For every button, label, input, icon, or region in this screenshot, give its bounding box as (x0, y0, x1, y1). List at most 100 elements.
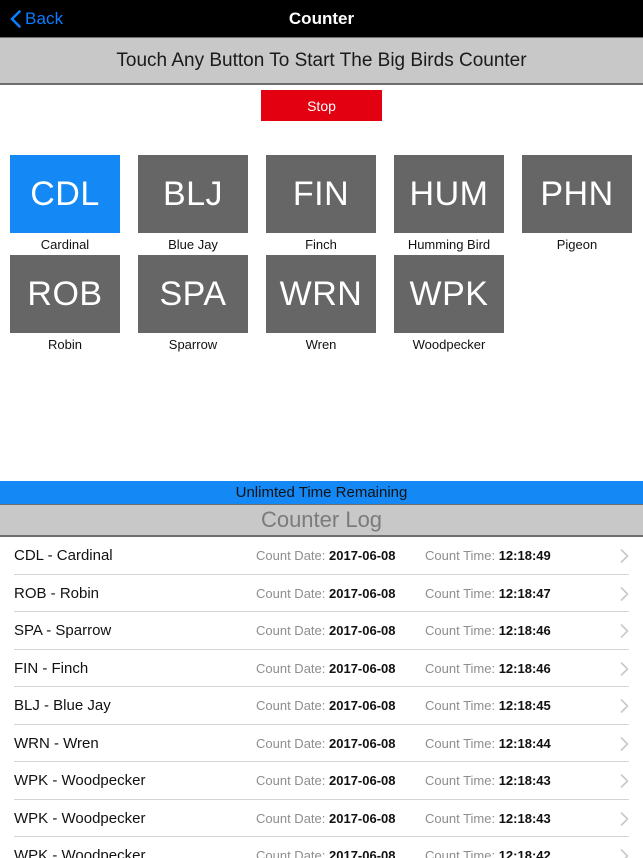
log-row-date: Count Date: 2017-06-08 (256, 762, 396, 800)
log-row-bird: FIN - Finch (14, 659, 89, 677)
chevron-right-icon[interactable] (620, 736, 629, 751)
chevron-right-icon[interactable] (620, 774, 629, 788)
count-date-value: 2017-06-08 (329, 773, 396, 788)
count-date-label: Count Date: (256, 810, 329, 826)
count-date-value: 2017-06-08 (329, 660, 396, 676)
count-date-value: 2017-06-08 (329, 848, 396, 858)
bird-button-wpk[interactable]: WPK (394, 255, 504, 333)
count-date-value: 2017-06-08 (329, 735, 396, 751)
log-row-bird: CDL - Cardinal (14, 547, 113, 564)
log-row[interactable]: FIN - Finch Count Date: 2017-06-08 Count T… (0, 649, 643, 688)
bird-button-rob[interactable]: ROB (10, 255, 120, 333)
instruction-banner: Touch Any Button To Start The Big Birds … (0, 38, 643, 85)
bird-label-spa: Sparrow (168, 337, 218, 352)
log-row-date: Count Date: 2017-06-08 (256, 837, 396, 858)
log-row[interactable]: SPA - Sparrow Count Date: 2017-06-08 Count… (0, 612, 643, 650)
log-row-bird: WPK - Woodpecker (14, 847, 146, 858)
bird-label-wrn: Wren (305, 337, 337, 352)
log-row-date: Count Date: 2017-06-08 (256, 575, 396, 613)
count-date-label: Count Date: (256, 660, 329, 676)
bird-button-hum[interactable]: HUM (394, 155, 504, 233)
chevron-right-icon[interactable] (620, 811, 629, 826)
count-date-label: Count Date: (256, 698, 329, 713)
log-row-bird: WPK - Woodpecker (14, 772, 146, 789)
count-time-label: Count Time: (425, 585, 499, 601)
count-date-label: Count Date: (256, 773, 329, 788)
count-time-label: Count Time: (425, 848, 499, 858)
count-date-label: Count Date: (256, 548, 329, 563)
bird-label-blj: Blue Jay (168, 237, 218, 252)
count-time-value: 12:18:43 (498, 810, 551, 826)
bird-cell-wpk: WPK Woodpecker (394, 255, 504, 352)
bird-cell-spa: SPA Sparrow (138, 255, 248, 352)
count-date-value: 2017-06-08 (329, 810, 396, 826)
log-row[interactable]: WPK - Woodpecker Count Date: 2017-06-08 Co… (0, 837, 643, 858)
log-row[interactable]: CDL - Cardinal Count Date: 2017-06-08 Coun… (0, 537, 643, 575)
log-row-bird: WRN - Wren (14, 734, 99, 752)
log-row-time: Count Time: 12:18:43 (425, 800, 551, 838)
bird-button-fin[interactable]: FIN (266, 155, 376, 233)
log-row-time: Count Time: 12:18:44 (425, 725, 551, 763)
bird-label-hum: Humming Bird (407, 237, 491, 252)
bird-label-phn: Pigeon (556, 237, 598, 252)
log-row[interactable]: ROB - Robin Count Date: 2017-06-08 Count T… (0, 574, 643, 613)
bird-label-cdl: Cardinal (40, 237, 90, 252)
chevron-right-icon[interactable] (620, 586, 629, 601)
log-row[interactable]: WRN - Wren Count Date: 2017-06-08 Count Ti… (0, 724, 643, 763)
counter-log-list[interactable]: CDL - Cardinal Count Date: 2017-06-08 Coun… (0, 537, 643, 858)
log-row-bird: WPK - Woodpecker (14, 809, 146, 827)
bird-cell-phn: PHN Pigeon (522, 155, 632, 252)
log-row-date: Count Date: 2017-06-08 (256, 612, 396, 650)
chevron-right-icon[interactable] (620, 624, 629, 638)
log-row-time: Count Time: 12:18:49 (425, 537, 551, 575)
back-button[interactable]: Back (10, 0, 63, 37)
counter-log-header: Counter Log (0, 504, 643, 537)
chevron-right-icon[interactable] (620, 549, 629, 563)
count-time-value: 12:18:49 (498, 548, 551, 563)
time-remaining-text: Unlimted Time Remaining (235, 484, 408, 501)
count-time-value: 12:18:47 (498, 585, 551, 601)
count-date-label: Count Date: (256, 585, 329, 601)
log-row[interactable]: WPK - Woodpecker Count Date: 2017-06-08 Co… (0, 799, 643, 838)
log-row-date: Count Date: 2017-06-08 (256, 687, 396, 725)
bird-cell-blj: BLJ Blue Jay (138, 155, 248, 252)
count-date-value: 2017-06-08 (329, 623, 396, 638)
count-time-value: 12:18:42 (498, 848, 551, 858)
count-time-label: Count Time: (425, 660, 499, 676)
chevron-right-icon[interactable] (620, 661, 629, 676)
log-row-time: Count Time: 12:18:42 (425, 837, 551, 858)
time-remaining-bar: Unlimted Time Remaining (0, 481, 643, 504)
chevron-right-icon[interactable] (620, 699, 629, 713)
stop-button[interactable]: Stop (261, 90, 382, 121)
bird-label-wpk: Woodpecker (412, 337, 486, 352)
bird-button-wrn[interactable]: WRN (266, 255, 376, 333)
log-row-time: Count Time: 12:18:46 (425, 650, 551, 688)
log-row-date: Count Date: 2017-06-08 (256, 537, 396, 575)
count-time-value: 12:18:46 (498, 660, 551, 676)
log-row-date: Count Date: 2017-06-08 (256, 725, 396, 763)
log-row[interactable]: BLJ - Blue Jay Count Date: 2017-06-08 Coun… (0, 687, 643, 725)
bird-cell-cdl: CDL Cardinal (10, 155, 120, 252)
counter-screen: Counter Back Touch Any Button To Start T… (0, 0, 643, 858)
count-time-value: 12:18:43 (498, 773, 551, 788)
chevron-left-icon (10, 9, 21, 28)
log-row-time: Count Time: 12:18:47 (425, 575, 551, 613)
bird-button-blj[interactable]: BLJ (138, 155, 248, 233)
count-date-label: Count Date: (256, 848, 329, 858)
back-button-label: Back (25, 8, 64, 28)
bird-button-phn[interactable]: PHN (522, 155, 632, 233)
bird-button-cdl[interactable]: CDL (10, 155, 120, 233)
chevron-right-icon[interactable] (620, 849, 629, 858)
bird-cell-wrn: WRN Wren (266, 255, 376, 352)
count-time-label: Count Time: (425, 623, 499, 638)
bird-label-rob: Robin (48, 337, 82, 352)
page-title: Counter (288, 9, 355, 28)
bird-label-fin: Finch (305, 237, 337, 252)
bird-button-spa[interactable]: SPA (138, 255, 248, 333)
log-row-time: Count Time: 12:18:45 (425, 687, 551, 725)
count-time-value: 12:18:46 (498, 623, 551, 638)
log-row[interactable]: WPK - Woodpecker Count Date: 2017-06-08 Co… (0, 762, 643, 800)
log-row-time: Count Time: 12:18:46 (425, 612, 551, 650)
log-row-bird: BLJ - Blue Jay (14, 697, 111, 714)
count-time-label: Count Time: (425, 735, 499, 751)
